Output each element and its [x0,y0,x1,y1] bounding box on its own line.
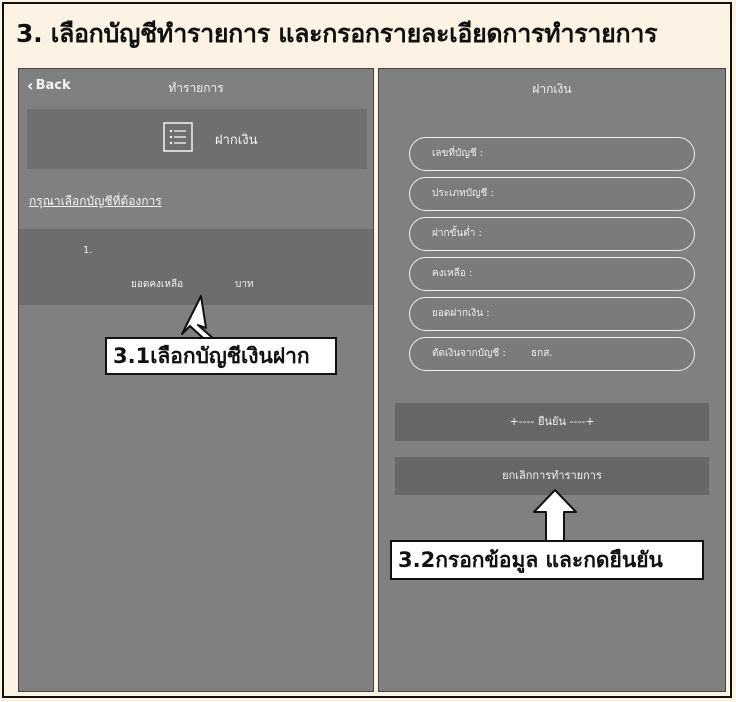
account-number: 1. [83,245,93,256]
field-label: ยอดฝากเงิน : [432,308,490,319]
up-arrow-icon [533,489,577,543]
step1-callout: 3.1เลือกบัญชีเงินฝาก [105,337,337,375]
account-number-field[interactable]: เลขที่บัญชี : [409,137,695,171]
deposit-menu-item[interactable]: ฝากเงิน [27,109,367,169]
field-label: คงเหลือ : [432,268,473,279]
currency-unit: บาท [235,279,254,290]
page-title: ทำรายการ [168,81,224,95]
page-title: ฝากเงิน [532,82,572,96]
account-type-field[interactable]: ประเภทบัญชี : [409,177,695,211]
menu-label: ฝากเงิน [215,133,258,148]
step2-callout: 3.2กรอกข้อมูล และกดยืนยัน [390,540,704,580]
deposit-screen: ฝากเงิน เลขที่บัญชี : ประเภทบัญชี : ฝากข… [378,68,726,692]
transaction-screen: ‹ Back ทำรายการ ฝากเงิน กรุณาเลือกบัญชีท… [18,68,374,692]
balance-field[interactable]: คงเหลือ : [409,257,695,291]
deposit-amount-field[interactable]: ยอดฝากเงิน : [409,297,695,331]
list-icon [163,122,193,152]
tutorial-frame: 3. เลือกบัญชีทำรายการ และกรอกรายละเอียดก… [2,2,732,698]
debit-account-field[interactable]: ตัดเงินจากบัญชี : ธกส. [409,337,695,371]
choose-account-link[interactable]: กรุณาเลือกบัญชีที่ต้องการ [29,192,162,211]
step-heading: 3. เลือกบัญชีทำรายการ และกรอกรายละเอียดก… [16,19,658,48]
field-label: เลขที่บัญชี : [432,148,484,159]
balance-label: ยอดคงเหลือ [131,279,184,290]
confirm-button[interactable]: +---- ยืนยัน ----+ [395,403,709,441]
field-label: ตัดเงินจากบัญชี : [432,348,506,359]
minimum-deposit-field[interactable]: ฝากขั้นต่ำ : [409,217,695,251]
field-value: ธกส. [531,348,553,359]
field-label: ประเภทบัญชี : [432,188,494,199]
field-label: ฝากขั้นต่ำ : [432,228,482,239]
nav-bar: ‹ Back ทำรายการ [19,69,373,105]
